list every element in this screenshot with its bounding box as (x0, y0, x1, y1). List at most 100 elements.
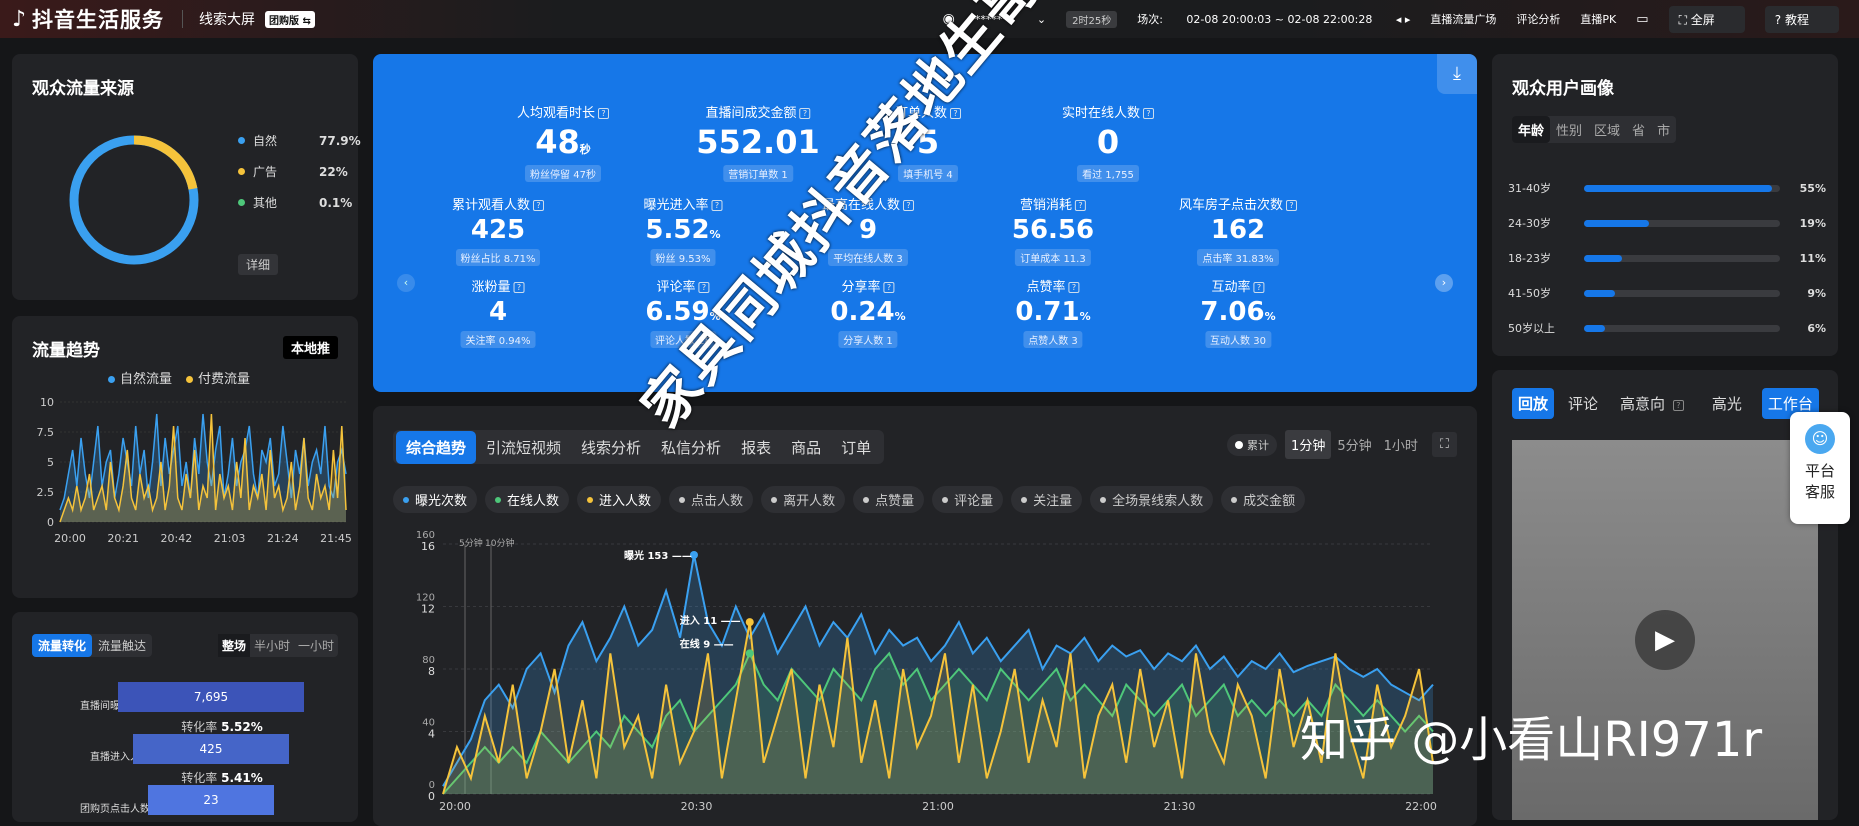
tab-dm-analysis[interactable]: 私信分析 (651, 431, 731, 464)
traffic-source-legend: 自然 77.9% 广告 22% 其他 0.1% (238, 132, 361, 225)
overall-trend-chart[interactable]: 16016120128084040020:00 20:30 21:00 21:30 22… (413, 524, 1463, 814)
metric-value: 4 (488, 297, 508, 327)
metric-row1-1[interactable]: 直播间成交金额? 552.01 营销订单数 1 (696, 102, 820, 182)
x-tick-label: 20:42 (161, 532, 193, 545)
annotation-point[interactable] (745, 618, 754, 627)
series-chip-9[interactable]: 成交金额 (1221, 486, 1306, 513)
tab-age[interactable]: 年龄 (1512, 116, 1551, 143)
tab-orders[interactable]: 订单 (831, 431, 881, 464)
next-arrow-icon[interactable]: › (1435, 274, 1453, 292)
metric-row1-3[interactable]: 实时在线人数? 0 看过 1,755 (1062, 102, 1155, 182)
app-logo[interactable]: ♪ 抖音生活服务 (12, 4, 164, 34)
funnel-bar-enter[interactable]: 425 (133, 734, 289, 764)
series-chip-1[interactable]: 在线人数 (485, 486, 570, 513)
series-chip-2[interactable]: 进入人数 (577, 486, 662, 513)
traffic-trend-panel: 流量趋势 本地推 自然流量 付费流量 10 7.5 5 2.5 0 20:00 20:21 2… (12, 316, 358, 598)
tab-gender[interactable]: 性别 (1550, 116, 1588, 143)
series-chip-0[interactable]: 曝光次数 (393, 486, 478, 513)
download-icon[interactable]: ⤓ (1437, 54, 1477, 94)
screen-icon[interactable]: ▭ (1636, 12, 1648, 27)
help-icon[interactable]: ? (1075, 200, 1086, 211)
metric-value: 5.52% (645, 215, 721, 245)
top-right-controls: ◉ ******* ⌄ 2时25秒 场次: 02-08 20:00:03 ~ 0… (943, 0, 1859, 38)
tab-overall-trend[interactable]: 综合趋势 (396, 430, 477, 464)
help-icon[interactable]: ? (883, 282, 895, 293)
traffic-source-donut[interactable] (64, 130, 204, 270)
range-half-hour[interactable]: 半小时 (250, 634, 294, 657)
tab-lead-analysis[interactable]: 线索分析 (571, 431, 651, 464)
help-icon[interactable]: ? (533, 200, 545, 211)
expand-icon[interactable]: ⛶ (1431, 432, 1457, 457)
tab-high-intent[interactable]: 高意向 ? (1620, 393, 1684, 414)
series-chip-4[interactable]: 离开人数 (761, 486, 846, 513)
tab-traffic-reach[interactable]: 流量触达 (92, 634, 152, 657)
edition-badge[interactable]: 团购版 ⇆ (265, 10, 315, 28)
prev-arrow-icon[interactable]: ‹ (397, 274, 415, 292)
series-chip-8[interactable]: 全场景线索人数 (1090, 486, 1214, 513)
series-chip-5[interactable]: 点赞量 (853, 486, 925, 513)
nav-live-pk[interactable]: 直播PK (1580, 11, 1616, 27)
help-icon[interactable]: ? (799, 108, 811, 119)
y-right-tick: 0 (428, 790, 435, 803)
cumulative-toggle[interactable]: 累计 (1227, 433, 1278, 456)
metric-label: 人均观看时长 (516, 106, 596, 121)
tab-city[interactable]: 市 (1651, 116, 1676, 143)
y-tick-label: 10 (40, 396, 54, 409)
metric-row1-0[interactable]: 人均观看时长? 48秒 粉丝停留 47秒 (516, 102, 610, 182)
duration-pill: 2时25秒 (1066, 10, 1118, 28)
range-full[interactable]: 整场 (217, 634, 250, 657)
interval-5min[interactable]: 5分钟 (1331, 430, 1377, 459)
help-icon[interactable]: ? (711, 200, 723, 211)
tab-comments[interactable]: 评论 (1568, 393, 1598, 414)
tab-products[interactable]: 商品 (781, 431, 831, 464)
help-icon[interactable]: ? (1143, 108, 1155, 119)
audience-title: 观众用户画像 (1512, 79, 1614, 99)
tab-region[interactable]: 区域 (1588, 116, 1626, 143)
x-tick-label: 20:00 (54, 532, 86, 545)
interval-1min[interactable]: 1分钟 (1285, 430, 1332, 459)
metric-row3-0[interactable]: 涨粉量? 4 关注率 0.94% (460, 276, 536, 348)
session-info[interactable]: 场次: 02-08 20:00:03 ~ 02-08 22:00:28 ◂ ▸ (1137, 11, 1410, 27)
metric-row2-4[interactable]: 风车房子点击次数? 162 点击率 31.83% (1179, 194, 1298, 266)
fullscreen-button[interactable]: ⛶ 全屏 (1668, 5, 1745, 33)
tab-traffic-video[interactable]: 引流短视频 (476, 431, 571, 464)
traffic-trend-chart[interactable]: 10 7.5 5 2.5 020:00 20:21 20:42 21:03 21:24 21:45 (24, 392, 354, 592)
help-icon[interactable]: ? (1068, 282, 1080, 293)
tab-report[interactable]: 报表 (731, 431, 781, 464)
nav-comment-analysis[interactable]: 评论分析 (1516, 11, 1560, 27)
legend-natural: 自然 77.9% (238, 132, 361, 149)
metric-row2-3[interactable]: 营销消耗? 56.56 订单成本 11.3 (1012, 194, 1094, 266)
funnel-range-tabs: 整场 半小时 一小时 (217, 634, 338, 657)
help-icon[interactable]: ? (1286, 200, 1298, 211)
interval-1hour[interactable]: 1小时 (1378, 430, 1424, 459)
tab-highlights[interactable]: 高光 (1712, 393, 1742, 414)
detail-button[interactable]: 详细 (238, 254, 279, 275)
play-button-icon[interactable]: ▶ (1635, 610, 1695, 670)
series-chip-3[interactable]: 点击人数 (669, 486, 754, 513)
y-tick-label: 5 (47, 456, 54, 469)
metric-value: 0.71% (1015, 297, 1091, 327)
help-icon[interactable]: ? (903, 200, 915, 211)
help-icon[interactable]: ? (598, 108, 610, 119)
local-push-tag[interactable]: 本地推 (282, 336, 338, 359)
metric-row3-2[interactable]: 分享率? 0.24% 分享人数 1 (830, 276, 906, 348)
tutorial-button[interactable]: ? 教程 (1764, 5, 1839, 33)
funnel-bar-exposure[interactable]: 7,695 (118, 682, 304, 712)
tab-province[interactable]: 省 (1626, 116, 1651, 143)
help-icon[interactable]: ? (513, 282, 525, 293)
metric-row2-0[interactable]: 累计观看人数? 425 粉丝占比 8.71% (452, 194, 545, 266)
series-chips: 曝光次数 在线人数 进入人数 点击人数 离开人数 点赞量 评论量 关注量 全场景线索人数 成交金额 (393, 486, 1313, 513)
tab-replay[interactable]: 回放 (1512, 388, 1555, 419)
range-one-hour[interactable]: 一小时 (294, 634, 338, 657)
tab-traffic-conversion[interactable]: 流量转化 (32, 634, 93, 657)
customer-service-button[interactable]: ☺ 平台 客服 (1790, 412, 1850, 524)
series-chip-7[interactable]: 关注量 (1011, 486, 1083, 513)
audience-tabs: 年龄 性别 区域 省 市 (1512, 116, 1677, 143)
metric-row2-1[interactable]: 曝光进入率? 5.52% 粉丝 9.53% (643, 194, 723, 266)
metric-row3-3[interactable]: 点赞率? 0.71% 点赞人数 3 (1015, 276, 1091, 348)
help-icon[interactable]: ? (1253, 282, 1265, 293)
annotation-point[interactable] (745, 649, 754, 658)
metric-row3-4[interactable]: 互动率? 7.06% 互动人数 30 (1200, 276, 1276, 348)
nav-live-plaza[interactable]: 直播流量广场 (1430, 11, 1496, 27)
series-chip-6[interactable]: 评论量 (932, 486, 1004, 513)
